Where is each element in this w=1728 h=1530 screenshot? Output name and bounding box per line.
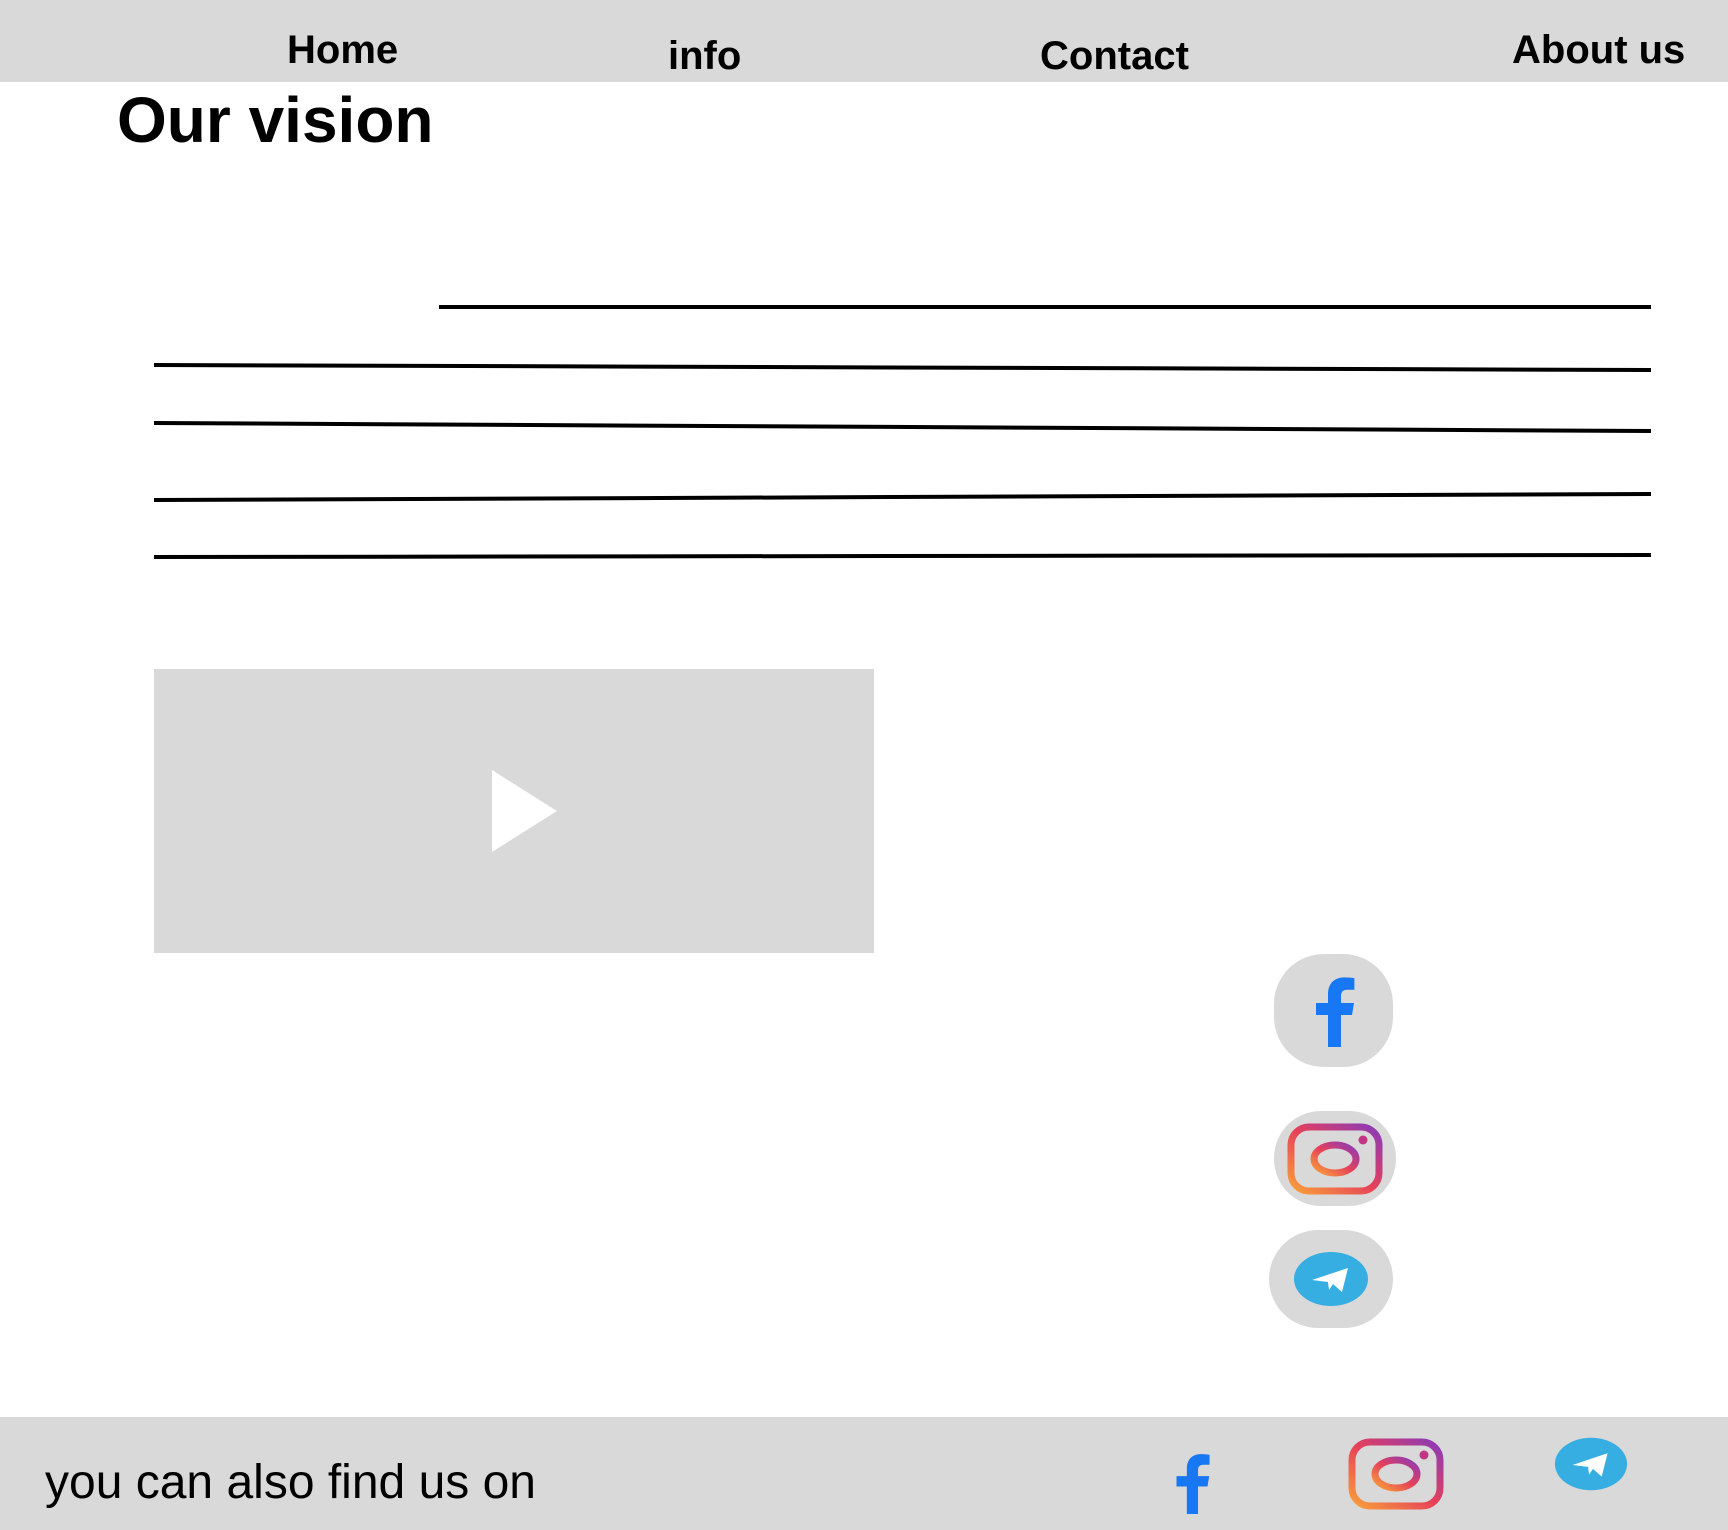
facebook-button[interactable] — [1274, 954, 1393, 1067]
text-placeholder-line — [153, 492, 1652, 502]
facebook-icon[interactable] — [1165, 1452, 1219, 1514]
play-icon[interactable] — [492, 770, 557, 852]
telegram-icon[interactable] — [1553, 1435, 1629, 1493]
text-placeholder-line — [153, 363, 1652, 372]
telegram-button[interactable] — [1269, 1230, 1393, 1328]
instagram-icon[interactable] — [1347, 1438, 1445, 1510]
instagram-button[interactable] — [1274, 1111, 1396, 1206]
telegram-icon — [1294, 1252, 1368, 1306]
instagram-icon — [1287, 1123, 1383, 1194]
text-placeholder-lines — [153, 305, 1652, 559]
text-placeholder-line — [153, 553, 1652, 559]
text-placeholder-line — [153, 421, 1652, 433]
facebook-icon — [1315, 976, 1354, 1047]
footer: you can also find us on — [0, 1417, 1728, 1530]
video-player[interactable] — [154, 669, 874, 953]
footer-text: you can also find us on — [45, 1456, 536, 1509]
